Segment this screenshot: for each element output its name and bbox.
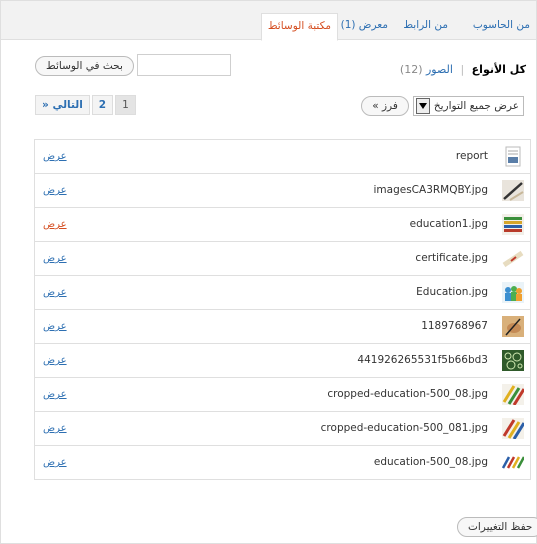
hand-writing-thumbnail-icon <box>502 316 524 337</box>
type-filters: كل الأنواع | الصور (12) <box>400 63 526 76</box>
dropdown-arrow-icon[interactable] <box>415 98 430 114</box>
media-list: report عرض imagesCA3RMQBY.jpg عرض educat… <box>34 139 531 480</box>
pencils-thumbnail-icon <box>502 384 524 405</box>
people-thumbnail-icon <box>502 282 524 303</box>
media-filename: cropped-education-500_081.jpg <box>320 422 488 434</box>
media-item-row: 441926265531f5b66bd3 عرض <box>35 344 530 378</box>
media-filename: report <box>455 150 488 162</box>
date-filter: عرض جميع التواريخ فرز » <box>361 95 524 117</box>
media-filename: 441926265531f5b66bd3 <box>357 354 488 366</box>
show-link[interactable]: عرض <box>43 355 67 366</box>
media-tabs: من الحاسوب من الرابط معرض (1) مكتبة الوس… <box>1 1 536 41</box>
pagination-current: 1 <box>115 95 136 115</box>
show-link[interactable]: عرض <box>43 253 67 264</box>
date-select[interactable]: عرض جميع التواريخ <box>412 96 524 116</box>
tab-from-computer[interactable]: من الحاسوب <box>473 19 530 31</box>
show-link[interactable]: عرض <box>43 219 67 230</box>
show-link[interactable]: عرض <box>43 321 67 332</box>
media-item-row: Education.jpg عرض <box>35 276 530 310</box>
search-input[interactable] <box>137 54 231 76</box>
tab-from-url[interactable]: من الرابط <box>403 19 448 31</box>
media-item-row: cropped-education-500_08.jpg عرض <box>35 378 530 412</box>
media-filename: education-500_08.jpg <box>373 456 488 468</box>
pagination: » التالي 2 1 <box>35 95 136 115</box>
pagination-page-2[interactable]: 2 <box>91 95 114 115</box>
books-thumbnail-icon <box>502 214 524 235</box>
show-link[interactable]: عرض <box>43 423 67 434</box>
pen-thumbnail-icon <box>502 180 524 201</box>
date-select-value: عرض جميع التواريخ <box>433 100 519 112</box>
media-dialog: من الحاسوب من الرابط معرض (1) مكتبة الوس… <box>0 0 537 544</box>
show-link[interactable]: عرض <box>43 185 67 196</box>
pencils-thumbnail-icon <box>502 452 524 473</box>
media-filename: 1189768967 <box>421 320 488 332</box>
filter-images-count: (12) <box>399 63 423 76</box>
search-media-button[interactable]: بحث في الوسائط <box>35 56 134 76</box>
tab-gallery[interactable]: معرض (1) <box>341 19 388 31</box>
media-filename: certificate.jpg <box>415 252 488 264</box>
media-filename: cropped-education-500_08.jpg <box>327 388 488 400</box>
filter-all-types[interactable]: كل الأنواع <box>472 63 526 76</box>
media-item-row: cropped-education-500_081.jpg عرض <box>35 412 530 446</box>
media-item-row: certificate.jpg عرض <box>35 242 530 276</box>
media-filename: education1.jpg <box>409 218 488 230</box>
filter-separator: | <box>460 63 465 76</box>
filter-images[interactable]: الصور <box>426 63 453 76</box>
show-link[interactable]: عرض <box>43 389 67 400</box>
media-item-row: education1.jpg عرض <box>35 208 530 242</box>
media-filename: Education.jpg <box>416 286 488 298</box>
scroll-thumbnail-icon <box>502 248 524 269</box>
media-item-row: imagesCA3RMQBY.jpg عرض <box>35 174 530 208</box>
show-link[interactable]: عرض <box>43 287 67 298</box>
show-link[interactable]: عرض <box>43 457 67 468</box>
save-changes-button[interactable]: حفظ التغييرات <box>457 517 537 537</box>
tab-media-library[interactable]: مكتبة الوسائط <box>260 13 338 41</box>
pattern-thumbnail-icon <box>502 350 524 371</box>
media-item-row: education-500_08.jpg عرض <box>35 446 530 479</box>
show-link[interactable]: عرض <box>43 151 67 162</box>
media-item-row: report عرض <box>35 140 530 174</box>
pencils-thumbnail-icon <box>502 418 524 439</box>
media-item-row: 1189768967 عرض <box>35 310 530 344</box>
sort-button[interactable]: فرز » <box>361 96 409 116</box>
pagination-next[interactable]: » التالي <box>35 95 90 115</box>
document-icon <box>505 146 521 167</box>
media-filename: imagesCA3RMQBY.jpg <box>373 184 489 196</box>
